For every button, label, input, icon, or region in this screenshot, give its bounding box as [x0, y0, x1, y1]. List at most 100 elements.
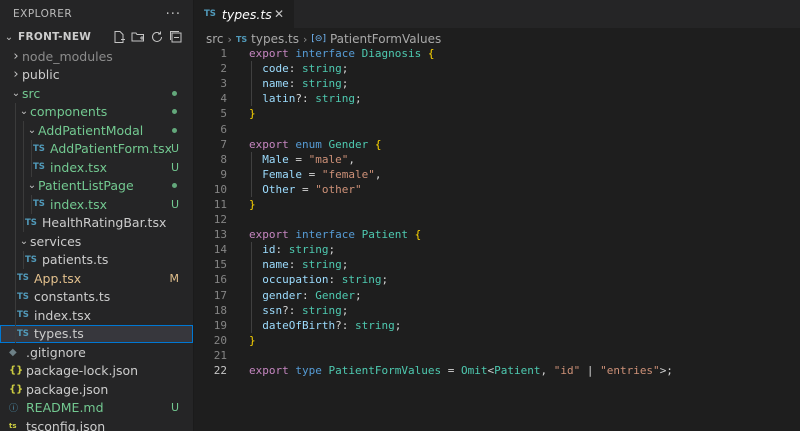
- indent-guide: [251, 242, 252, 333]
- line-number: 3: [220, 77, 227, 91]
- code-line: 4 latin?: string;: [195, 91, 800, 106]
- tree-file[interactable]: TS AddPatientForm.tsx U: [0, 139, 193, 158]
- code-text: latin?: string;: [262, 92, 362, 106]
- code-line: 16 occupation: string;: [195, 272, 800, 287]
- tree-item-label: .gitignore: [26, 344, 86, 360]
- code-line: 3 name: string;: [195, 76, 800, 91]
- code-line: 14 id: string;: [195, 242, 800, 257]
- line-number: 8: [220, 152, 227, 166]
- code-line: 20}: [195, 333, 800, 348]
- indent-guide: [251, 151, 252, 197]
- tree-file[interactable]: TS index.tsx U: [0, 158, 193, 177]
- git-modified-dot: [172, 183, 177, 189]
- explorer-title: EXPLORER: [13, 8, 73, 20]
- tree-item-label: HealthRatingBar.tsx: [42, 215, 167, 231]
- breadcrumb-symbol[interactable]: PatientFormValues: [330, 32, 441, 46]
- tree-file[interactable]: TS HealthRatingBar.tsx: [0, 213, 193, 232]
- code-line: 22 export type PatientFormValues = Omit<P…: [195, 363, 800, 378]
- tree-file[interactable]: ⓘ README.md U: [0, 399, 193, 418]
- typescript-file-icon: TS: [33, 199, 45, 210]
- tree-file[interactable]: {} package.json: [0, 380, 193, 399]
- chevron-right-icon: ›: [13, 48, 19, 64]
- indent-guide: [15, 102, 16, 121]
- tree-item-label: index.tsx: [50, 196, 107, 212]
- tree-folder[interactable]: ⌄ AddPatientModal: [0, 121, 193, 140]
- tree-file[interactable]: {} package-lock.json: [0, 362, 193, 381]
- tree-item-label: App.tsx: [34, 270, 82, 286]
- chevron-down-icon: ⌄: [11, 87, 21, 99]
- code-line: 19 dateOfBirth?: string;: [195, 318, 800, 333]
- indent-guide: [15, 139, 16, 158]
- folder-actions: [112, 30, 193, 44]
- tree-file[interactable]: ◆ .gitignore: [0, 343, 193, 362]
- indent-guide: [15, 287, 16, 306]
- tree-folder[interactable]: ⌄ components: [0, 102, 193, 121]
- code-editor[interactable]: 1 export interface Diagnosis {2 code: str…: [195, 46, 800, 378]
- explorer-header: EXPLORER ···: [0, 0, 193, 28]
- tree-file[interactable]: TS types.ts: [0, 324, 193, 343]
- chevron-down-icon: ⌄: [27, 180, 37, 192]
- line-number: 12: [213, 213, 227, 227]
- tree-file[interactable]: TS patients.ts: [0, 250, 193, 269]
- code-line: 1 export interface Diagnosis {: [195, 46, 800, 61]
- tree-item-label: types.ts: [34, 326, 84, 342]
- typescript-file-icon: TS: [17, 310, 29, 321]
- line-number: 15: [213, 258, 227, 272]
- tree-folder[interactable]: › public: [0, 66, 193, 85]
- code-line: 21: [195, 348, 800, 363]
- tree-file[interactable]: TS index.tsx U: [0, 195, 193, 214]
- chevron-down-icon: ⌄: [19, 106, 29, 118]
- tree-file[interactable]: TS constants.ts: [0, 287, 193, 306]
- code-line: 15 name: string;: [195, 257, 800, 272]
- indent-guide: [23, 139, 24, 158]
- new-file-icon[interactable]: [112, 30, 126, 44]
- indent-guide: [23, 176, 24, 195]
- indent-guide: [31, 195, 32, 214]
- line-number: 19: [213, 318, 227, 332]
- code-line: 18 ssn?: string;: [195, 303, 800, 318]
- line-number: 11: [213, 197, 227, 211]
- tree-item-label: tsconfig.json: [26, 418, 106, 431]
- tab-types-ts[interactable]: TS types.ts ✕: [195, 0, 295, 28]
- code-line: 13 export interface Patient {: [195, 227, 800, 242]
- indent-guide: [15, 213, 16, 232]
- indent-guide: [23, 158, 24, 177]
- code-text: }: [249, 197, 256, 211]
- tree-file[interactable]: TS App.tsx M: [0, 269, 193, 288]
- code-line: 6: [195, 121, 800, 136]
- tree-item-label: AddPatientForm.tsx: [50, 141, 172, 157]
- tree-folder[interactable]: ⌄ PatientListPage: [0, 176, 193, 195]
- collapse-all-icon[interactable]: [169, 30, 183, 44]
- tree-file[interactable]: ts tsconfig.json: [0, 417, 193, 431]
- code-text: export interface Patient {: [249, 228, 422, 242]
- breadcrumb-file[interactable]: types.ts: [251, 32, 299, 46]
- code-text: code: string;: [262, 62, 349, 76]
- code-line: 2 code: string;: [195, 61, 800, 76]
- line-number: 14: [213, 243, 227, 257]
- tree-file[interactable]: TS index.tsx: [0, 306, 193, 325]
- new-folder-icon[interactable]: [131, 30, 145, 44]
- refresh-icon[interactable]: [150, 30, 164, 44]
- tree-folder[interactable]: ⌄ src: [0, 84, 193, 103]
- git-modified-dot: [172, 90, 177, 96]
- indent-guide: [31, 139, 32, 158]
- more-actions-icon[interactable]: ···: [166, 7, 181, 22]
- line-number: 17: [213, 288, 227, 302]
- project-name: FRONT-NEW: [18, 31, 92, 43]
- line-number: 16: [213, 273, 227, 287]
- line-number: 13: [213, 228, 227, 242]
- code-line: 7 export enum Gender {: [195, 137, 800, 152]
- tree-folder[interactable]: › node_modules: [0, 47, 193, 66]
- code-text: ssn?: string;: [262, 303, 349, 317]
- code-text: Male = "male",: [262, 152, 355, 166]
- tree-folder[interactable]: ⌄ services: [0, 232, 193, 251]
- tree-item-label: PatientListPage: [38, 178, 134, 194]
- indent-guide: [23, 213, 24, 232]
- git-status-badge: U: [170, 160, 179, 174]
- code-line: 8 Male = "male",: [195, 152, 800, 167]
- line-number: 10: [213, 182, 227, 196]
- code-line: 5}: [195, 106, 800, 121]
- breadcrumb-folder[interactable]: src: [206, 32, 224, 46]
- project-folder-header[interactable]: ⌄ FRONT-NEW: [0, 28, 193, 46]
- close-icon[interactable]: ✕: [274, 7, 284, 21]
